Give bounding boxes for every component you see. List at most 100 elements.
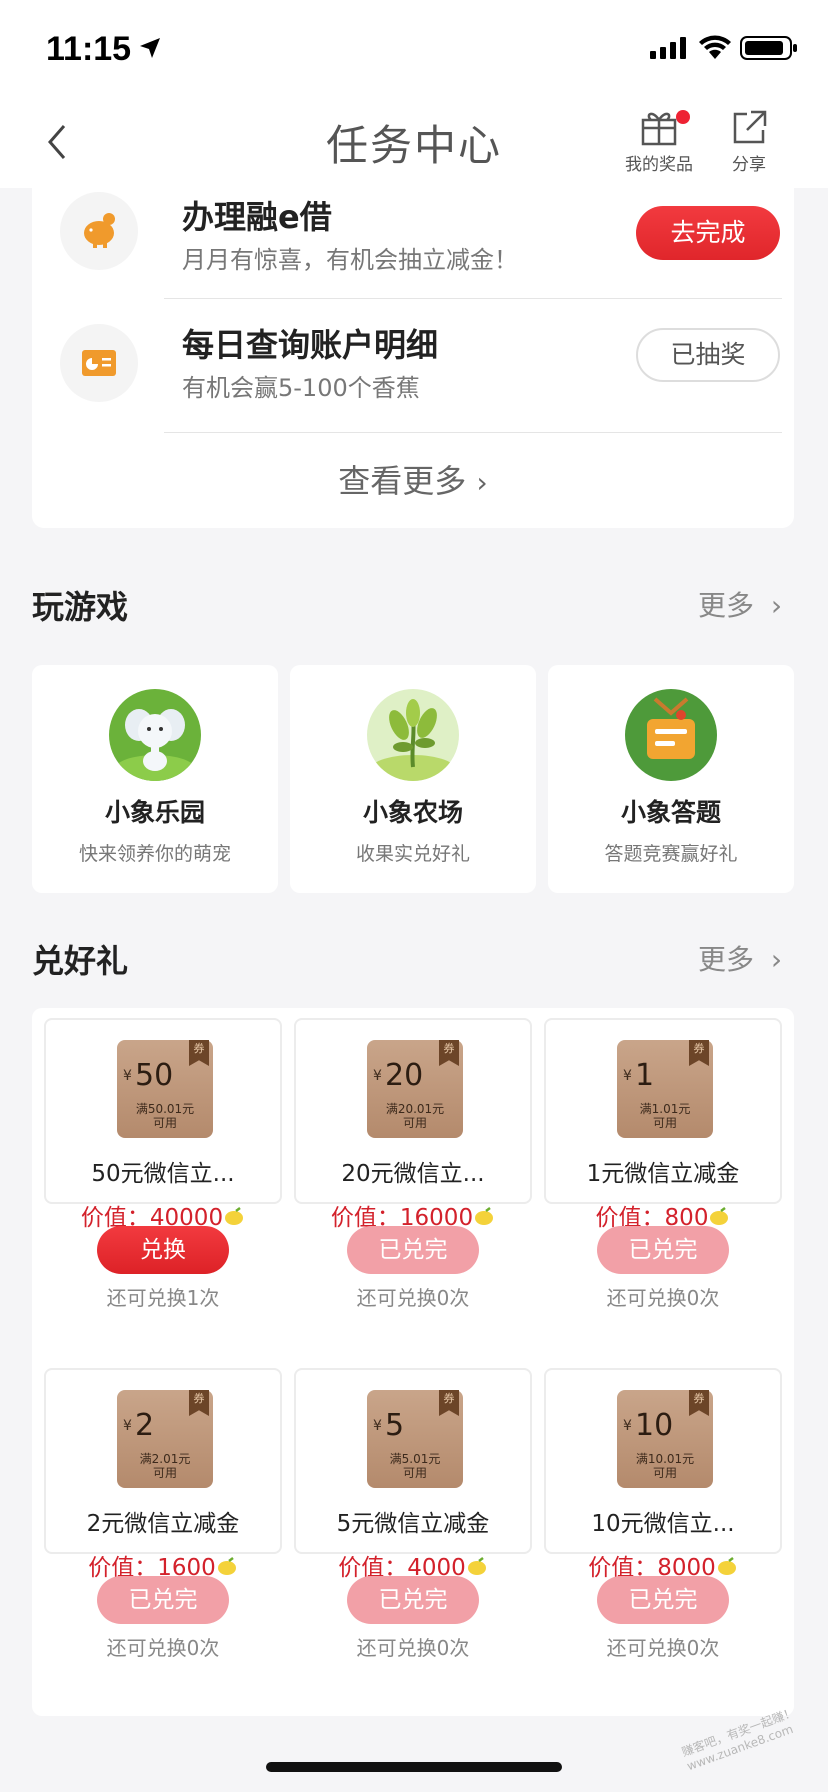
coupon-usable-text: 可用 — [652, 1466, 677, 1480]
coupon-currency: ¥ — [373, 1068, 382, 1084]
task-card: 办理融e借 月月有惊喜，有机会抽立减金！ 去完成 每日查询账户明细 有机会赢5-… — [32, 188, 794, 528]
gift-name: 50元微信立... — [91, 1161, 235, 1187]
statement-icon — [60, 324, 138, 402]
games-more-link[interactable]: 更多 › — [698, 584, 782, 624]
gifts-more-link[interactable]: 更多 › — [698, 938, 782, 978]
banana-coin-icon — [475, 1207, 494, 1225]
gift-name: 10元微信立... — [591, 1511, 735, 1537]
coupon-tag: 券 — [189, 1040, 209, 1066]
sold-out-button[interactable]: 已兑完 — [347, 1226, 479, 1274]
see-more-link[interactable]: 查看更多 › — [32, 456, 794, 502]
coupon-tag: 券 — [439, 1390, 459, 1416]
remaining-count: 还可兑换0次 — [356, 1286, 470, 1310]
sold-out-button[interactable]: 已兑完 — [347, 1576, 479, 1624]
gift-name: 5元微信立减金 — [336, 1511, 490, 1537]
nav-bar: 任务中心 我的奖品 分享 — [0, 96, 828, 188]
sold-out-button[interactable]: 已兑完 — [597, 1576, 729, 1624]
games-section-title: 玩游戏 — [32, 588, 129, 626]
coupon-ticket-icon: 券 ¥5 满5.01元 可用 — [367, 1390, 463, 1488]
coupon-tag-label: 券 — [693, 1392, 705, 1405]
sold-out-button[interactable]: 已兑完 — [597, 1226, 729, 1274]
coupon-condition-text: 满1.01元 — [639, 1102, 691, 1116]
coupon-tag: 券 — [689, 1390, 709, 1416]
farm-plant-avatar-icon — [367, 689, 459, 781]
my-prizes-button[interactable]: 我的奖品 — [614, 108, 704, 180]
coupon-ticket-icon: 券 ¥10 满10.01元 可用 — [617, 1390, 713, 1488]
game-card-elephant-quiz[interactable]: 小象答题 答题竞赛赢好礼 — [548, 665, 794, 893]
game-desc: 收果实兑好礼 — [355, 843, 470, 865]
coupon-tag: 券 — [189, 1390, 209, 1416]
coupon-amount: 5 — [385, 1408, 405, 1443]
coupon-condition: 满20.01元 可用 — [367, 1102, 463, 1130]
coupon-amount: 2 — [135, 1408, 155, 1443]
already-drawn-button[interactable]: 已抽奖 — [636, 328, 780, 382]
coupon-tag: 券 — [689, 1040, 709, 1066]
sold-out-button[interactable]: 已兑完 — [97, 1576, 229, 1624]
coupon-usable-text: 可用 — [402, 1466, 427, 1480]
coupon-tag-label: 券 — [193, 1392, 205, 1405]
share-icon — [733, 110, 767, 144]
coupon-condition: 满1.01元 可用 — [617, 1102, 713, 1130]
gift-grid: 券 ¥50 满50.01元 可用 50元微信立... 价值：40000 兑换 还可兑换1次券 ¥… — [32, 1008, 794, 1716]
banana-coin-icon — [710, 1207, 729, 1225]
gift-card[interactable]: 券 ¥20 满20.01元 可用 20元微信立... 价值：16000 — [294, 1018, 532, 1231]
remaining-count: 还可兑换0次 — [106, 1636, 220, 1660]
remaining-count: 还可兑换1次 — [106, 1286, 220, 1310]
coupon-currency: ¥ — [623, 1068, 632, 1084]
coupon-condition-text: 满10.01元 — [635, 1452, 695, 1466]
game-card-elephant-park[interactable]: 小象乐园 快来领养你的萌宠 — [32, 665, 278, 893]
gift-name: 1元微信立减金 — [586, 1161, 740, 1187]
gift-card[interactable]: 券 ¥2 满2.01元 可用 2元微信立减金 价值：1600 — [44, 1368, 282, 1581]
gift-card[interactable]: 券 ¥1 满1.01元 可用 1元微信立减金 价值：800 — [544, 1018, 782, 1231]
coupon-tag-label: 券 — [193, 1042, 205, 1055]
task-subtitle: 月月有惊喜，有机会抽立减金！ — [182, 246, 518, 274]
redeem-button[interactable]: 兑换 — [97, 1226, 229, 1274]
divider — [164, 432, 782, 433]
elephant-avatar-icon — [109, 689, 201, 781]
share-button[interactable]: 分享 — [704, 108, 794, 180]
game-name: 小象答题 — [620, 798, 721, 827]
coupon-condition-text: 满5.01元 — [389, 1452, 441, 1466]
task-subtitle: 有机会赢5-100个香蕉 — [182, 374, 420, 402]
status-bar: 11:15 — [0, 0, 828, 96]
gift-card[interactable]: 券 ¥5 满5.01元 可用 5元微信立减金 价值：4000 — [294, 1368, 532, 1581]
coupon-condition-text: 满20.01元 — [385, 1102, 445, 1116]
go-complete-button[interactable]: 去完成 — [636, 206, 780, 260]
coupon-tag-label: 券 — [693, 1042, 705, 1055]
coupon-condition-text: 满2.01元 — [139, 1452, 191, 1466]
see-more-label: 查看更多 — [338, 462, 467, 500]
task-row: 每日查询账户明细 有机会赢5-100个香蕉 已抽奖 — [32, 298, 794, 430]
gift-card[interactable]: 券 ¥10 满10.01元 可用 10元微信立... 价值：8000 — [544, 1368, 782, 1581]
coupon-currency: ¥ — [373, 1418, 382, 1434]
coupon-currency: ¥ — [123, 1418, 132, 1434]
game-desc: 快来领养你的萌宠 — [78, 843, 231, 865]
notification-dot — [676, 110, 690, 124]
coupon-amount: 1 — [635, 1058, 655, 1093]
status-time: 11:15 — [46, 30, 132, 68]
coupon-amount: 10 — [635, 1408, 674, 1443]
game-card-elephant-farm[interactable]: 小象农场 收果实兑好礼 — [290, 665, 536, 893]
more-label: 更多 — [698, 943, 755, 976]
banana-coin-icon — [717, 1557, 736, 1575]
gift-card[interactable]: 券 ¥50 满50.01元 可用 50元微信立... 价值：40000 — [44, 1018, 282, 1231]
coupon-ticket-icon: 券 ¥50 满50.01元 可用 — [117, 1040, 213, 1138]
piggy-bank-icon — [60, 192, 138, 270]
cellular-signal-icon — [650, 37, 686, 59]
coupon-ticket-icon: 券 ¥1 满1.01元 可用 — [617, 1040, 713, 1138]
remaining-count: 还可兑换0次 — [356, 1636, 470, 1660]
more-label: 更多 — [698, 589, 755, 622]
coupon-usable-text: 可用 — [652, 1116, 677, 1130]
gift-name: 2元微信立减金 — [86, 1511, 240, 1537]
banana-coin-icon — [225, 1207, 244, 1225]
coupon-amount: 50 — [135, 1058, 174, 1093]
quiz-board-avatar-icon — [625, 689, 717, 781]
banana-coin-icon — [217, 1557, 236, 1575]
gifts-section-title: 兑好礼 — [32, 942, 129, 980]
coupon-condition: 满50.01元 可用 — [117, 1102, 213, 1130]
coupon-condition: 满10.01元 可用 — [617, 1452, 713, 1480]
coupon-amount: 20 — [385, 1058, 424, 1093]
chevron-right-icon: › — [476, 466, 488, 499]
gift-icon — [641, 112, 677, 146]
coupon-condition: 满5.01元 可用 — [367, 1452, 463, 1480]
coupon-condition: 满2.01元 可用 — [117, 1452, 213, 1480]
